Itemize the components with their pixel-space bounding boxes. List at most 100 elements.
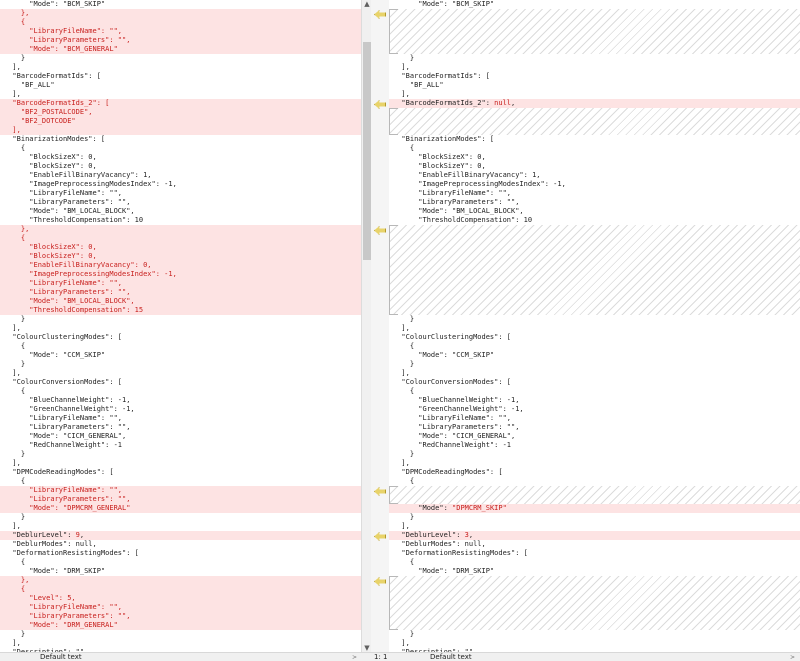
left-editor-pane[interactable]: "Mode": "BCM_SKIP" }, { "LibraryFileName…: [0, 0, 361, 652]
right-code-line[interactable]: "Mode": "DRM_SKIP": [389, 567, 800, 576]
left-code-line[interactable]: "LibraryFileName": "",: [0, 27, 361, 36]
right-code-line[interactable]: "LibraryFileName": "",: [389, 414, 800, 423]
copy-change-arrow-icon[interactable]: [374, 226, 386, 235]
right-code-line[interactable]: "BlueChannelWeight": -1,: [389, 396, 800, 405]
left-code-line[interactable]: "DeblurModes": null,: [0, 540, 361, 549]
left-code-line[interactable]: "Mode": "CICM_GENERAL",: [0, 432, 361, 441]
left-code-line[interactable]: "LibraryFileName": "",: [0, 414, 361, 423]
left-code-line[interactable]: "Mode": "BCM_GENERAL": [0, 45, 361, 54]
left-code-line[interactable]: }: [0, 513, 361, 522]
left-code-line[interactable]: "Mode": "DPMCRM_GENERAL": [0, 504, 361, 513]
right-code-line[interactable]: }: [389, 360, 800, 369]
right-code-line[interactable]: "Mode": "BM_LOCAL_BLOCK",: [389, 207, 800, 216]
right-editor-pane[interactable]: "Mode": "BCM_SKIP" } ], "BarcodeFormatId…: [389, 0, 800, 652]
right-code-line[interactable]: "Mode": "CICM_GENERAL",: [389, 432, 800, 441]
left-code-line[interactable]: }: [0, 54, 361, 63]
left-code-line[interactable]: ],: [0, 459, 361, 468]
left-code-line[interactable]: {: [0, 585, 361, 594]
left-code-line[interactable]: ],: [0, 63, 361, 72]
right-code-line[interactable]: "ColourClusteringModes": [: [389, 333, 800, 342]
left-code-line[interactable]: "BlockSizeY": 0,: [0, 162, 361, 171]
right-code-line[interactable]: "EnableFillBinaryVacancy": 1,: [389, 171, 800, 180]
left-code-line[interactable]: ],: [0, 369, 361, 378]
right-code-line[interactable]: "Mode": "CCM_SKIP": [389, 351, 800, 360]
left-code-line[interactable]: "DeformationResistingModes": [: [0, 549, 361, 558]
right-code-line[interactable]: ],: [389, 459, 800, 468]
right-code-line[interactable]: "BlockSizeY": 0,: [389, 162, 800, 171]
left-code-line[interactable]: "LibraryFileName": "",: [0, 603, 361, 612]
left-code-line[interactable]: {: [0, 342, 361, 351]
copy-change-arrow-icon[interactable]: [374, 532, 386, 541]
right-code-line[interactable]: ],: [389, 369, 800, 378]
left-code-line[interactable]: {: [0, 18, 361, 27]
left-code-line[interactable]: }: [0, 360, 361, 369]
left-code-line[interactable]: "LibraryParameters": "",: [0, 612, 361, 621]
left-code-line[interactable]: "BarcodeFormatIds_2": [: [0, 99, 361, 108]
right-code-line[interactable]: }: [389, 630, 800, 639]
left-code-line[interactable]: "LibraryFileName": "",: [0, 189, 361, 198]
left-code-line[interactable]: ],: [0, 90, 361, 99]
left-code-line[interactable]: {: [0, 387, 361, 396]
left-code-line[interactable]: "Level": 5,: [0, 594, 361, 603]
right-code-line[interactable]: {: [389, 558, 800, 567]
right-code-line[interactable]: "Mode": "BCM_SKIP": [389, 0, 800, 9]
left-code-line[interactable]: "ColourClusteringModes": [: [0, 333, 361, 342]
left-code-line[interactable]: "LibraryParameters": "",: [0, 198, 361, 207]
right-code-line[interactable]: {: [389, 342, 800, 351]
right-code-line[interactable]: ],: [389, 90, 800, 99]
left-code-line[interactable]: "DeblurLevel": 9,: [0, 531, 361, 540]
right-code-line[interactable]: ],: [389, 63, 800, 72]
left-code-line[interactable]: "Mode": "BM_LOCAL_BLOCK",: [0, 207, 361, 216]
copy-change-arrow-icon[interactable]: [374, 577, 386, 586]
left-code-line[interactable]: "LibraryFileName": "",: [0, 279, 361, 288]
left-code-line[interactable]: "Mode": "BCM_SKIP": [0, 0, 361, 9]
right-hscroll-right-arrow-icon[interactable]: >: [790, 653, 795, 661]
copy-change-arrow-icon[interactable]: [374, 487, 386, 496]
left-code-line[interactable]: "Mode": "BM_LOCAL_BLOCK",: [0, 297, 361, 306]
left-code-line[interactable]: "ThresholdCompensation": 10: [0, 216, 361, 225]
left-code-line[interactable]: }: [0, 450, 361, 459]
left-code-line[interactable]: ],: [0, 324, 361, 333]
right-code-line[interactable]: }: [389, 315, 800, 324]
right-code-line[interactable]: "ImagePreprocessingModesIndex": -1,: [389, 180, 800, 189]
left-code-line[interactable]: "ImagePreprocessingModesIndex": -1,: [0, 180, 361, 189]
right-code-line[interactable]: {: [389, 144, 800, 153]
right-code-line[interactable]: "LibraryParameters": "",: [389, 423, 800, 432]
left-code-line[interactable]: }: [0, 315, 361, 324]
copy-change-arrow-icon[interactable]: [374, 100, 386, 109]
left-code-line[interactable]: "BF_ALL": [0, 81, 361, 90]
left-code-line[interactable]: "BF2_POSTALCODE",: [0, 108, 361, 117]
right-code-line[interactable]: "DeformationResistingModes": [: [389, 549, 800, 558]
left-code-line[interactable]: "EnableFillBinaryVacancy": 0,: [0, 261, 361, 270]
right-code-line[interactable]: "BlockSizeX": 0,: [389, 153, 800, 162]
right-code-line[interactable]: "BarcodeFormatIds": [: [389, 72, 800, 81]
left-code-line[interactable]: "BlockSizeX": 0,: [0, 153, 361, 162]
scroll-up-arrow-icon[interactable]: ▲: [363, 0, 371, 8]
copy-change-arrow-icon[interactable]: [374, 10, 386, 19]
right-code-line[interactable]: }: [389, 513, 800, 522]
left-code-line[interactable]: ],: [0, 126, 361, 135]
left-code-line[interactable]: "LibraryFileName": "",: [0, 486, 361, 495]
right-code-line[interactable]: ],: [389, 639, 800, 648]
right-code-line[interactable]: }: [389, 450, 800, 459]
right-code-line[interactable]: "BF_ALL": [389, 81, 800, 90]
left-code-line[interactable]: {: [0, 234, 361, 243]
left-code-line[interactable]: ],: [0, 522, 361, 531]
right-code-line[interactable]: "BarcodeFormatIds_2": null,: [389, 99, 800, 108]
left-code-line[interactable]: "ColourConversionModes": [: [0, 378, 361, 387]
right-code-line[interactable]: "LibraryParameters": "",: [389, 198, 800, 207]
left-code-line[interactable]: "LibraryParameters": "",: [0, 495, 361, 504]
left-code-line[interactable]: "BarcodeFormatIds": [: [0, 72, 361, 81]
right-code-line[interactable]: "DeblurLevel": 3,: [389, 531, 800, 540]
right-code-line[interactable]: "LibraryFileName": "",: [389, 189, 800, 198]
left-code-line[interactable]: "LibraryParameters": "",: [0, 288, 361, 297]
left-code-line[interactable]: "Mode": "DRM_SKIP": [0, 567, 361, 576]
left-code-line[interactable]: ],: [0, 639, 361, 648]
left-code-line[interactable]: "DPMCodeReadingModes": [: [0, 468, 361, 477]
left-code-line[interactable]: "BF2_DOTCODE": [0, 117, 361, 126]
left-text-mode[interactable]: Default text: [40, 653, 82, 661]
left-code-line[interactable]: "BlueChannelWeight": -1,: [0, 396, 361, 405]
right-code-line[interactable]: "GreenChannelWeight": -1,: [389, 405, 800, 414]
right-code-line[interactable]: "RedChannelWeight": -1: [389, 441, 800, 450]
left-code-line[interactable]: "BinarizationModes": [: [0, 135, 361, 144]
